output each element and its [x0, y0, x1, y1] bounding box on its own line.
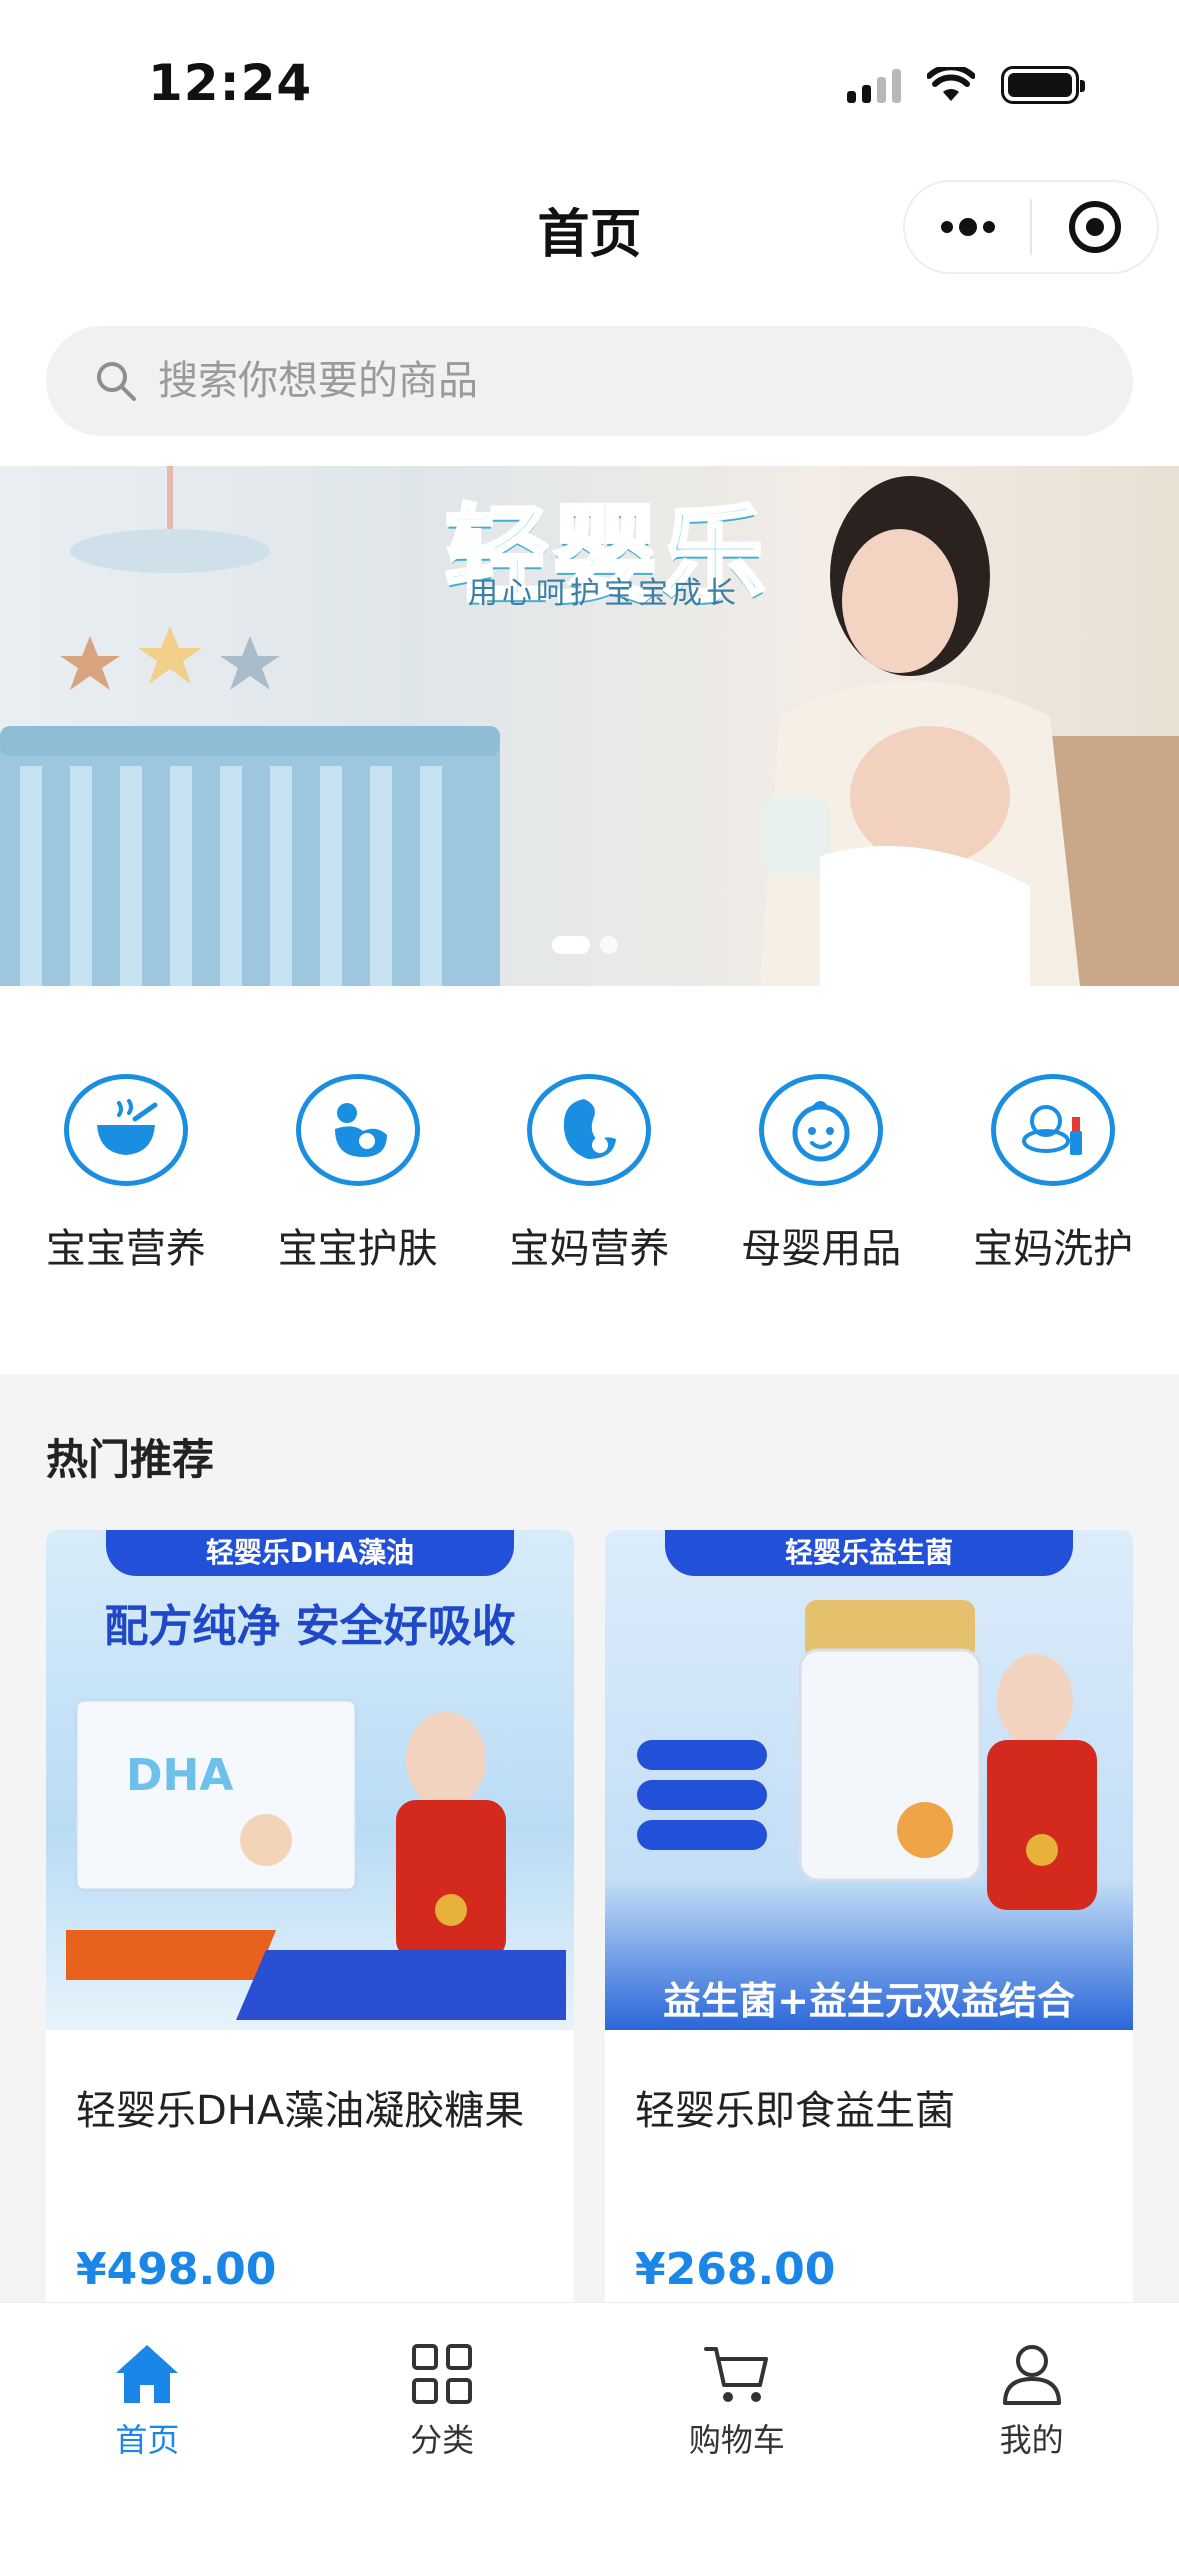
- banner-carousel[interactable]: 轻婴乐 用心呵护宝宝成长: [0, 466, 1179, 986]
- product-price: ¥498.00: [76, 2244, 277, 2295]
- product-card[interactable]: 轻婴乐DHA藻油 配方纯净 安全好吸收 DHA 轻婴乐DHA藻油凝胶糖果 ¥49…: [46, 1530, 574, 2330]
- product-name: 轻婴乐即食益生菌: [635, 2088, 955, 2134]
- product-name: 轻婴乐DHA藻油凝胶糖果: [76, 2088, 525, 2134]
- tab-profile[interactable]: 我的: [884, 2303, 1179, 2556]
- tab-label: 我的: [999, 2421, 1064, 2459]
- product-price: ¥268.00: [635, 2244, 836, 2295]
- category-label: 宝妈营养: [509, 1226, 670, 1272]
- hot-section: 热门推荐 轻婴乐DHA藻油 配方纯净 安全好吸收 DHA 轻婴乐DHA藻油凝胶糖…: [0, 1374, 1179, 2330]
- mother-icon: [527, 1074, 652, 1186]
- grid-icon: [412, 2344, 473, 2404]
- home-icon: [116, 2345, 179, 2403]
- section-title: 热门推荐: [46, 1435, 215, 1484]
- cellular-signal-icon: [847, 67, 901, 103]
- tab-label: 分类: [410, 2421, 475, 2459]
- nav-bar: 首页: [0, 170, 1179, 290]
- mobile-toy-illustration: [60, 466, 280, 690]
- product-headline: 益生菌+益生元双益结合: [663, 1979, 1075, 2023]
- product-image: 轻婴乐DHA藻油 配方纯净 安全好吸收 DHA: [46, 1530, 574, 2030]
- battery-icon: [1001, 66, 1085, 104]
- product-card[interactable]: 轻婴乐益生菌 益生菌+益生元双益结合 轻婴乐即食益生菌 ¥268.00: [605, 1530, 1133, 2330]
- tab-bar: 首页 分类 购物车 我的: [0, 2302, 1179, 2556]
- tab-label: 购物车: [688, 2421, 785, 2459]
- product-ribbon: 轻婴乐益生菌: [665, 1530, 1073, 1576]
- product-ribbon: 轻婴乐DHA藻油: [106, 1530, 514, 1576]
- crib-illustration: [0, 726, 500, 986]
- carousel-dot: [600, 936, 618, 954]
- tab-label: 首页: [115, 2421, 180, 2459]
- more-button[interactable]: [905, 182, 1030, 272]
- search-input[interactable]: [158, 358, 958, 404]
- search-icon: [97, 362, 136, 401]
- category-label: 宝宝护肤: [277, 1226, 438, 1272]
- category-label: 宝妈洗护: [973, 1226, 1134, 1272]
- baby-face-icon: [759, 1074, 884, 1186]
- category-baby-nutrition[interactable]: 宝宝营养: [21, 1028, 231, 1274]
- more-dots-icon: [940, 218, 995, 236]
- product-headline: 配方纯净 安全好吸收: [104, 1601, 516, 1652]
- tab-home[interactable]: 首页: [0, 2303, 295, 2556]
- close-miniprogram-button[interactable]: [1032, 182, 1157, 272]
- cosmetics-icon: [991, 1074, 1116, 1186]
- tab-cart[interactable]: 购物车: [590, 2303, 885, 2556]
- bowl-icon: [63, 1074, 188, 1186]
- product-box-illustration: DHA: [66, 1698, 566, 2020]
- banner-slogan: 用心呵护宝宝成长: [468, 576, 740, 611]
- category-baby-skincare[interactable]: 宝宝护肤: [253, 1028, 463, 1274]
- mini-program-capsule: [903, 180, 1159, 274]
- product-image: 轻婴乐益生菌 益生菌+益生元双益结合: [605, 1530, 1133, 2030]
- status-time: 12:24: [148, 54, 313, 112]
- category-label: 母婴用品: [741, 1226, 902, 1272]
- baby-care-icon: [295, 1074, 420, 1186]
- target-icon: [1068, 201, 1121, 253]
- search-bar[interactable]: [46, 326, 1133, 436]
- svg-text:DHA: DHA: [126, 1750, 233, 1801]
- tab-category[interactable]: 分类: [295, 2303, 590, 2556]
- product-can-illustration: [637, 1600, 1097, 1910]
- category-mom-care[interactable]: 宝妈洗护: [948, 1028, 1158, 1274]
- status-icons: [847, 66, 1085, 104]
- cart-icon: [703, 2347, 768, 2402]
- wifi-icon: [927, 67, 975, 101]
- category-label: 宝宝营养: [45, 1226, 206, 1272]
- status-bar: 12:24: [0, 0, 1179, 170]
- category-mom-nutrition[interactable]: 宝妈营养: [484, 1028, 694, 1274]
- carousel-dot-active: [552, 936, 590, 954]
- carousel-indicator: [552, 936, 618, 954]
- category-baby-products[interactable]: 母婴用品: [716, 1028, 926, 1274]
- user-icon: [1002, 2345, 1061, 2405]
- category-row: 宝宝营养 宝宝护肤 宝妈营养 母婴用品 宝妈洗护: [0, 1028, 1179, 1274]
